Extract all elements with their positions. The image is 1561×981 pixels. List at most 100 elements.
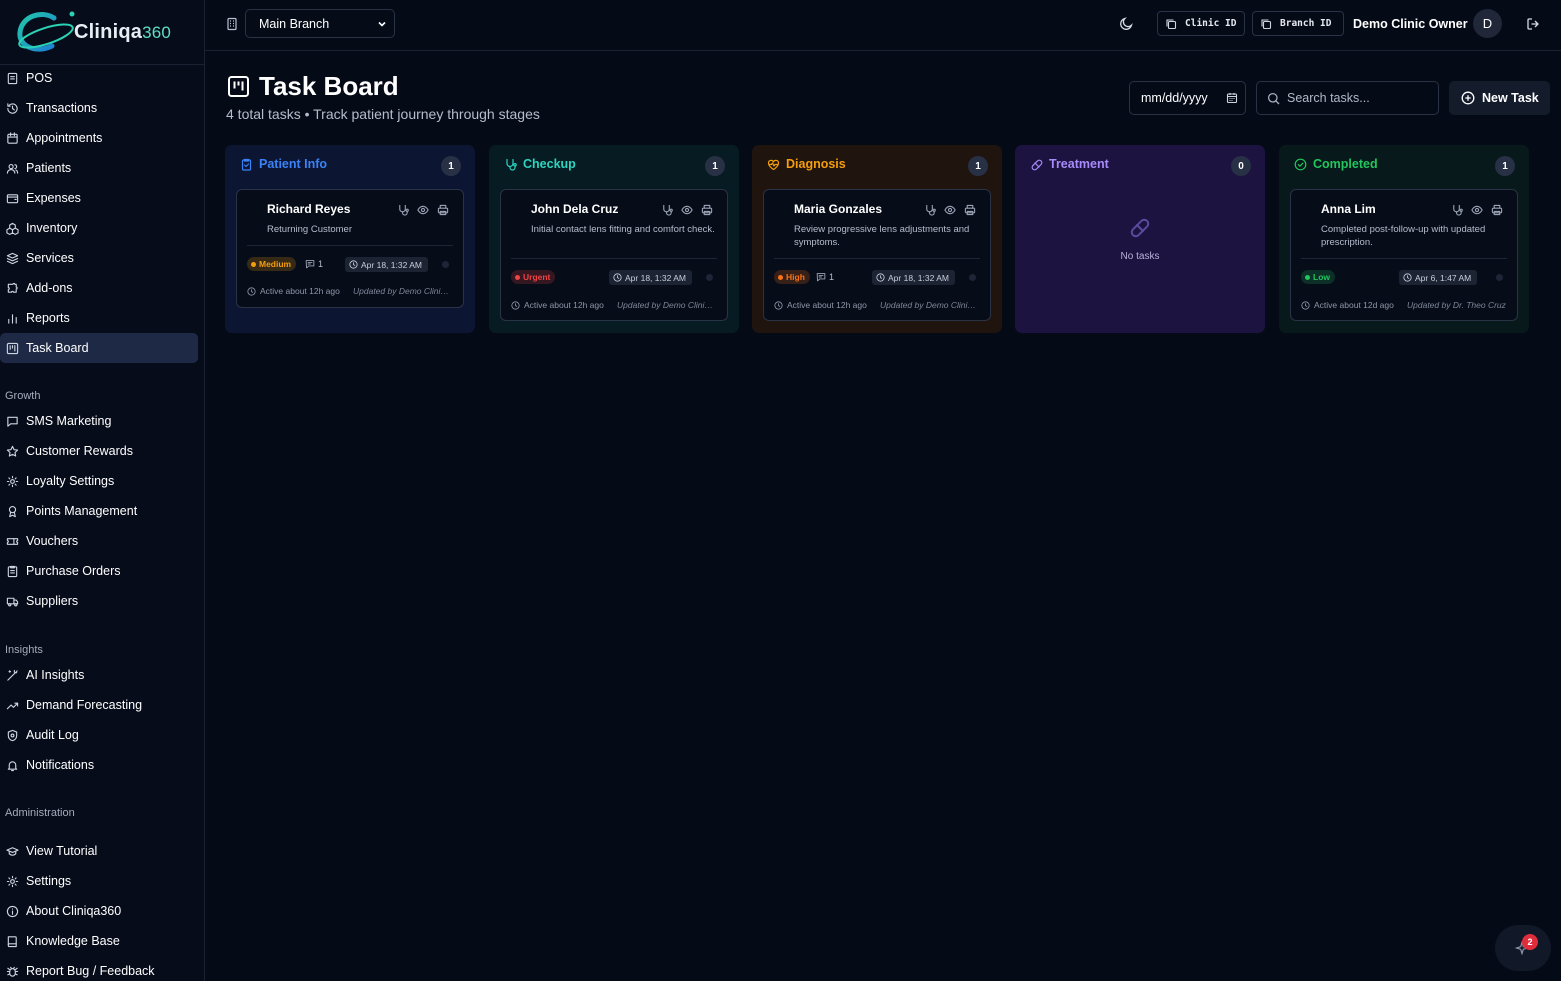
sidebar-item-settings[interactable]: Settings [0,866,198,896]
divider [511,258,717,259]
sidebar-item-label: Audit Log [26,728,79,742]
truck-icon [6,595,19,608]
sidebar-item-notifications[interactable]: Notifications [0,750,198,780]
sidebar-item-vouchers[interactable]: Vouchers [0,526,198,556]
task-card[interactable]: John Dela Cruz Initial contact lens fitt… [500,189,728,321]
search-box [1256,81,1439,115]
page-subtitle: 4 total tasks • Track patient journey th… [226,106,540,122]
sidebar-item-label: Demand Forecasting [26,698,143,712]
trending-up-icon [6,699,19,712]
sidebar-item-services[interactable]: Services [0,243,198,273]
column-count-badge: 1 [1495,156,1515,176]
clock-icon [349,260,361,269]
divider [1301,258,1507,259]
printer-icon[interactable] [437,204,449,216]
stethoscope-icon[interactable] [397,204,409,216]
column-patient-info: Patient Info 1 Richard Reyes Returning C… [225,145,475,333]
sidebar-item-knowledge-base[interactable]: Knowledge Base [0,926,198,956]
stethoscope-icon[interactable] [661,204,673,216]
clock-icon [613,273,625,282]
stethoscope-icon[interactable] [924,204,936,216]
avatar[interactable]: D [1473,9,1502,38]
column-treatment: Treatment 0 No tasks [1015,145,1265,333]
sidebar-item-about-cliniqa360[interactable]: About Cliniqa360 [0,896,198,926]
due-date-value: Apr 18, 1:32 AM [888,272,949,283]
sidebar-item-reports[interactable]: Reports [0,303,198,333]
sidebar-item-expenses[interactable]: Expenses [0,183,198,213]
task-card-actions [1451,204,1503,216]
sidebar-item-label: Task Board [26,341,89,355]
branch-id-button[interactable]: Branch ID [1252,11,1344,36]
due-date-value: Apr 18, 1:32 AM [625,272,686,283]
sidebar-item-label: Inventory [26,221,78,235]
comment-count[interactable]: 1 [816,272,834,282]
search-input[interactable] [1287,91,1427,105]
eye-icon[interactable] [417,204,429,216]
sidebar-item-purchase-orders[interactable]: Purchase Orders [0,556,198,586]
help-chat-button[interactable]: 2 [1495,925,1551,971]
sidebar-item-ai-insights[interactable]: AI Insights [0,660,198,690]
date-filter-input[interactable]: mm/dd/yyyy [1129,81,1246,115]
divider [247,245,453,246]
eye-icon[interactable] [681,204,693,216]
stethoscope-icon[interactable] [1451,204,1463,216]
sidebar-item-label: SMS Marketing [26,414,112,428]
task-description: Returning Customer [267,224,353,235]
pill-icon [1030,158,1043,171]
sidebar-item-transactions[interactable]: Transactions [0,93,198,123]
task-card[interactable]: Anna Lim Completed post-follow-up with u… [1290,189,1518,321]
task-patient-name: Maria Gonzales [794,202,883,216]
sidebar-item-add-ons[interactable]: Add-ons [0,273,198,303]
printer-icon[interactable] [701,204,713,216]
logout-icon[interactable] [1526,17,1540,31]
sidebar-item-appointments[interactable]: Appointments [0,123,198,153]
sidebar-item-report-bug-feedback[interactable]: Report Bug / Feedback [0,956,198,981]
new-task-button[interactable]: New Task [1449,81,1550,115]
eye-icon[interactable] [1471,204,1483,216]
printer-icon[interactable] [1491,204,1503,216]
clipboard-list-icon [6,565,19,578]
sidebar-item-inventory[interactable]: Inventory [0,213,198,243]
column-diagnosis: Diagnosis 1 Maria Gonzales Review progre… [752,145,1002,333]
moon-icon[interactable] [1119,16,1134,31]
sidebar-item-label: Settings [26,874,72,888]
priority-badge: Low [1301,270,1335,284]
column-completed: Completed 1 Anna Lim Completed post-foll… [1279,145,1529,333]
sidebar-item-pos[interactable]: POS [0,63,198,93]
task-card-actions [924,204,976,216]
sidebar-item-demand-forecasting[interactable]: Demand Forecasting [0,690,198,720]
sidebar-item-label: Patients [26,161,72,175]
sidebar-item-view-tutorial[interactable]: View Tutorial [0,836,198,866]
task-activity: Active about 12h ago Updated by Demo Cli… [511,300,717,310]
comment-count[interactable]: 1 [305,259,323,269]
sidebar-item-points-management[interactable]: Points Management [0,496,198,526]
printer-icon[interactable] [964,204,976,216]
branch-select[interactable]: Main Branch [245,9,395,38]
task-updated-by: Updated by Demo Clinic Owner [617,300,717,310]
sidebar-item-suppliers[interactable]: Suppliers [0,586,198,616]
task-card[interactable]: Maria Gonzales Review progressive lens a… [763,189,991,321]
sidebar-item-label: Purchase Orders [26,564,121,578]
award-icon [6,505,19,518]
eye-icon[interactable] [944,204,956,216]
sidebar-item-customer-rewards[interactable]: Customer Rewards [0,436,198,466]
kanban-icon [227,75,250,98]
brand-name: Cliniqa360 [74,20,172,43]
sidebar-item-loyalty-settings[interactable]: Loyalty Settings [0,466,198,496]
calendar-icon[interactable] [1226,92,1238,104]
priority-dot [1305,274,1310,280]
brand-logo[interactable]: Cliniqa360 [0,0,204,65]
sidebar-item-patients[interactable]: Patients [0,153,198,183]
chevron-down-icon [376,18,388,30]
gear-icon [6,475,19,488]
due-date-badge: Apr 6, 1:47 AM [1399,270,1478,285]
clinic-id-button[interactable]: Clinic ID [1157,11,1245,36]
sidebar-item-task-board[interactable]: Task Board [0,333,198,363]
logo-icon [14,8,78,56]
sidebar-item-audit-log[interactable]: Audit Log [0,720,198,750]
star-icon [6,445,19,458]
sidebar-item-sms-marketing[interactable]: SMS Marketing [0,406,198,436]
task-card[interactable]: Richard Reyes Returning Customer Medium … [236,189,464,308]
